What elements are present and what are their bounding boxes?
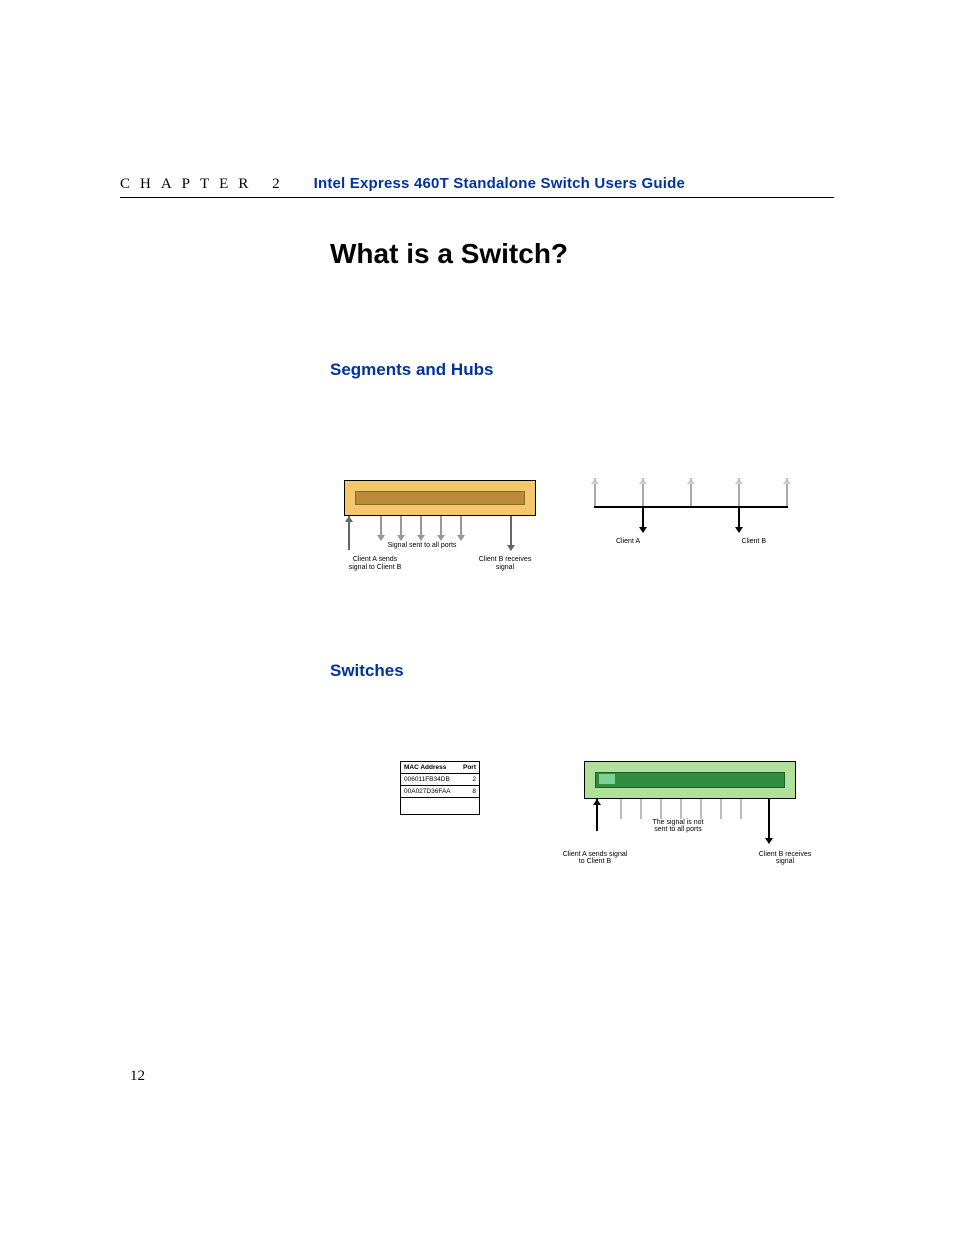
switch-right-caption: Client B receives signal xyxy=(750,851,820,865)
mac-table-header-mac: MAC Address xyxy=(401,762,459,774)
mac-cell: 006011FB34DB xyxy=(401,774,459,786)
table-row: 006011FB34DB 2 xyxy=(401,774,480,786)
mac-address-table: MAC Address Port 006011FB34DB 2 00A027D3… xyxy=(400,761,480,815)
page-title: What is a Switch? xyxy=(330,238,834,270)
figure-row-switches: MAC Address Port 006011FB34DB 2 00A027D3… xyxy=(330,761,834,865)
section-heading-switches: Switches xyxy=(330,661,834,681)
page-header: CHAPTER 2 Intel Express 460T Standalone … xyxy=(120,175,834,198)
section-heading-segments-hubs: Segments and Hubs xyxy=(330,360,834,380)
port-cell: 2 xyxy=(458,774,479,786)
switch-mid-caption: The signal is not sent to all ports xyxy=(638,819,718,833)
chapter-label: CHAPTER 2 xyxy=(120,176,290,193)
switch-left-caption: Client A sends signal to Client B xyxy=(560,851,630,865)
figure-row-hubs: Signal sent to all ports Client A sends … xyxy=(330,480,834,571)
hub-device-icon xyxy=(344,480,536,516)
page-number: 12 xyxy=(130,1068,145,1085)
bus-label-client-b: Client B xyxy=(741,538,766,545)
hub-right-caption: Client B receives signal xyxy=(475,556,535,571)
figure-hub: Signal sent to all ports Client A sends … xyxy=(330,480,550,571)
bus-label-client-a: Client A xyxy=(616,538,640,545)
figure-switch: The signal is not sent to all ports Clie… xyxy=(560,761,820,865)
table-row xyxy=(401,798,480,815)
hub-left-caption: Client A sends signal to Client B xyxy=(345,556,405,571)
hub-mid-caption: Signal sent to all ports xyxy=(380,542,464,550)
guide-title: Intel Express 460T Standalone Switch Use… xyxy=(314,175,685,192)
port-cell: 8 xyxy=(458,786,479,798)
mac-cell: 00A027D36FAA xyxy=(401,786,459,798)
figure-bus-segment: Client A Client B xyxy=(586,480,796,571)
switch-device-icon xyxy=(584,761,796,799)
mac-table-header-port: Port xyxy=(458,762,479,774)
table-row: 00A027D36FAA 8 xyxy=(401,786,480,798)
